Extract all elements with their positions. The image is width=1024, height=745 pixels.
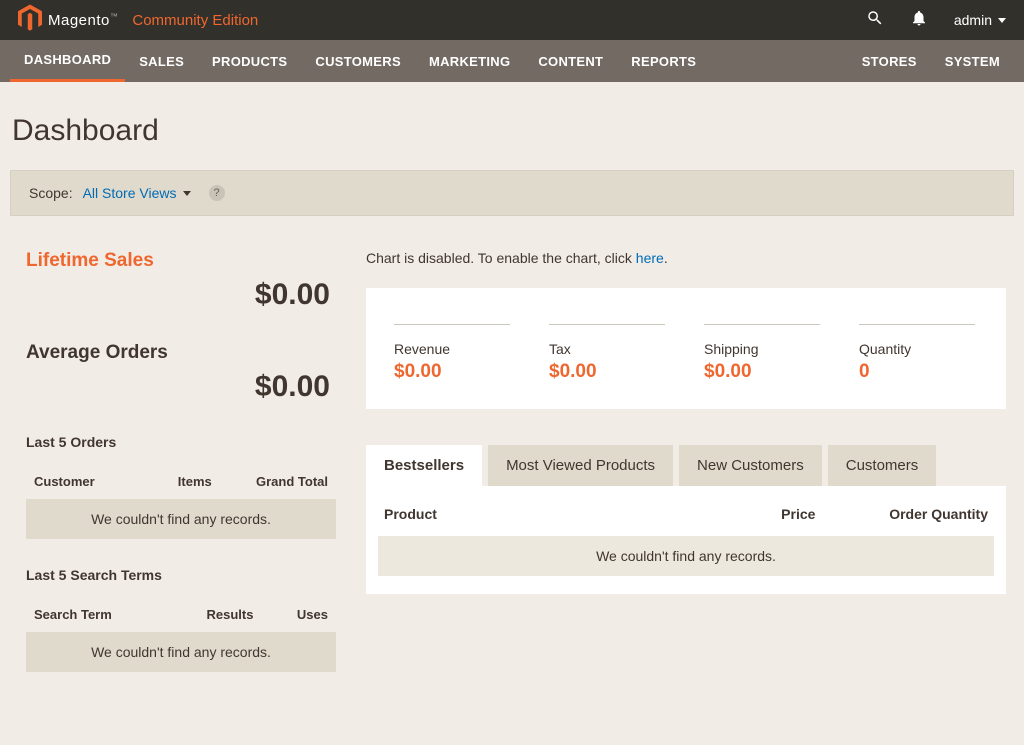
col-price[interactable]: Price [729, 506, 815, 522]
revenue-label: Revenue [394, 341, 513, 357]
summary-stats: Revenue $0.00 Tax $0.00 Shipping $0.00 Q… [366, 288, 1006, 409]
col-customer[interactable]: Customer [34, 474, 153, 489]
top-header: Magento™ Community Edition admin [0, 0, 1024, 40]
tax-label: Tax [549, 341, 668, 357]
chart-notice-prefix: Chart is disabled. To enable the chart, … [366, 250, 636, 266]
col-grand-total[interactable]: Grand Total [236, 474, 328, 489]
nav-sales[interactable]: SALES [125, 40, 198, 82]
tab-customers[interactable]: Customers [828, 445, 937, 486]
scope-bar: Scope: All Store Views ? [10, 170, 1014, 216]
nav-content[interactable]: CONTENT [524, 40, 617, 82]
last-search-title: Last 5 Search Terms [26, 567, 336, 583]
scope-selector[interactable]: All Store Views [83, 185, 191, 201]
tab-new-customers[interactable]: New Customers [679, 445, 822, 486]
nav-dashboard[interactable]: DASHBOARD [10, 40, 125, 82]
tab-most-viewed[interactable]: Most Viewed Products [488, 445, 673, 486]
logo-text: Magento™ [48, 12, 118, 29]
col-order-qty[interactable]: Order Quantity [815, 506, 988, 522]
average-orders-value: $0.00 [26, 370, 336, 404]
chart-enable-link[interactable]: here [636, 250, 664, 266]
nav-customers[interactable]: CUSTOMERS [301, 40, 415, 82]
caret-down-icon [998, 18, 1006, 23]
dashboard-tabs: Bestsellers Most Viewed Products New Cus… [366, 445, 1006, 486]
col-results[interactable]: Results [191, 607, 269, 622]
quantity-value: 0 [859, 361, 978, 383]
notifications-icon[interactable] [910, 9, 928, 32]
bestsellers-empty: We couldn't find any records. [378, 536, 994, 576]
magento-logo-icon [18, 4, 42, 37]
quantity-label: Quantity [859, 341, 978, 357]
col-items[interactable]: Items [153, 474, 236, 489]
scope-label: Scope: [29, 185, 73, 201]
bestsellers-panel: Product Price Order Quantity We couldn't… [366, 486, 1006, 594]
search-icon[interactable] [866, 9, 884, 32]
revenue-value: $0.00 [394, 361, 513, 383]
shipping-label: Shipping [704, 341, 823, 357]
shipping-value: $0.00 [704, 361, 823, 383]
logo[interactable]: Magento™ Community Edition [18, 4, 258, 37]
nav-system[interactable]: SYSTEM [931, 40, 1014, 82]
lifetime-sales-label: Lifetime Sales [26, 250, 336, 272]
scope-value-text: All Store Views [83, 185, 177, 201]
chart-notice-suffix: . [664, 250, 668, 266]
last-orders-section: Last 5 Orders Customer Items Grand Total… [26, 434, 336, 539]
tab-bestsellers[interactable]: Bestsellers [366, 445, 482, 486]
last-orders-title: Last 5 Orders [26, 434, 336, 450]
help-icon[interactable]: ? [209, 185, 225, 201]
edition-label: Community Edition [132, 12, 258, 29]
nav-marketing[interactable]: MARKETING [415, 40, 524, 82]
last-search-section: Last 5 Search Terms Search Term Results … [26, 567, 336, 672]
nav-reports[interactable]: REPORTS [617, 40, 710, 82]
chart-disabled-notice: Chart is disabled. To enable the chart, … [366, 250, 1006, 266]
user-name: admin [954, 12, 992, 28]
main-nav: DASHBOARD SALES PRODUCTS CUSTOMERS MARKE… [0, 40, 1024, 82]
last-search-empty: We couldn't find any records. [26, 632, 336, 672]
user-menu[interactable]: admin [954, 12, 1006, 28]
lifetime-sales-value: $0.00 [26, 278, 336, 312]
col-search-term[interactable]: Search Term [34, 607, 191, 622]
tax-value: $0.00 [549, 361, 668, 383]
average-orders-label: Average Orders [26, 342, 336, 364]
col-uses[interactable]: Uses [269, 607, 328, 622]
caret-down-icon [183, 191, 191, 196]
nav-products[interactable]: PRODUCTS [198, 40, 301, 82]
nav-stores[interactable]: STORES [848, 40, 931, 82]
last-orders-empty: We couldn't find any records. [26, 499, 336, 539]
col-product[interactable]: Product [384, 506, 729, 522]
page-title: Dashboard [12, 114, 1014, 148]
